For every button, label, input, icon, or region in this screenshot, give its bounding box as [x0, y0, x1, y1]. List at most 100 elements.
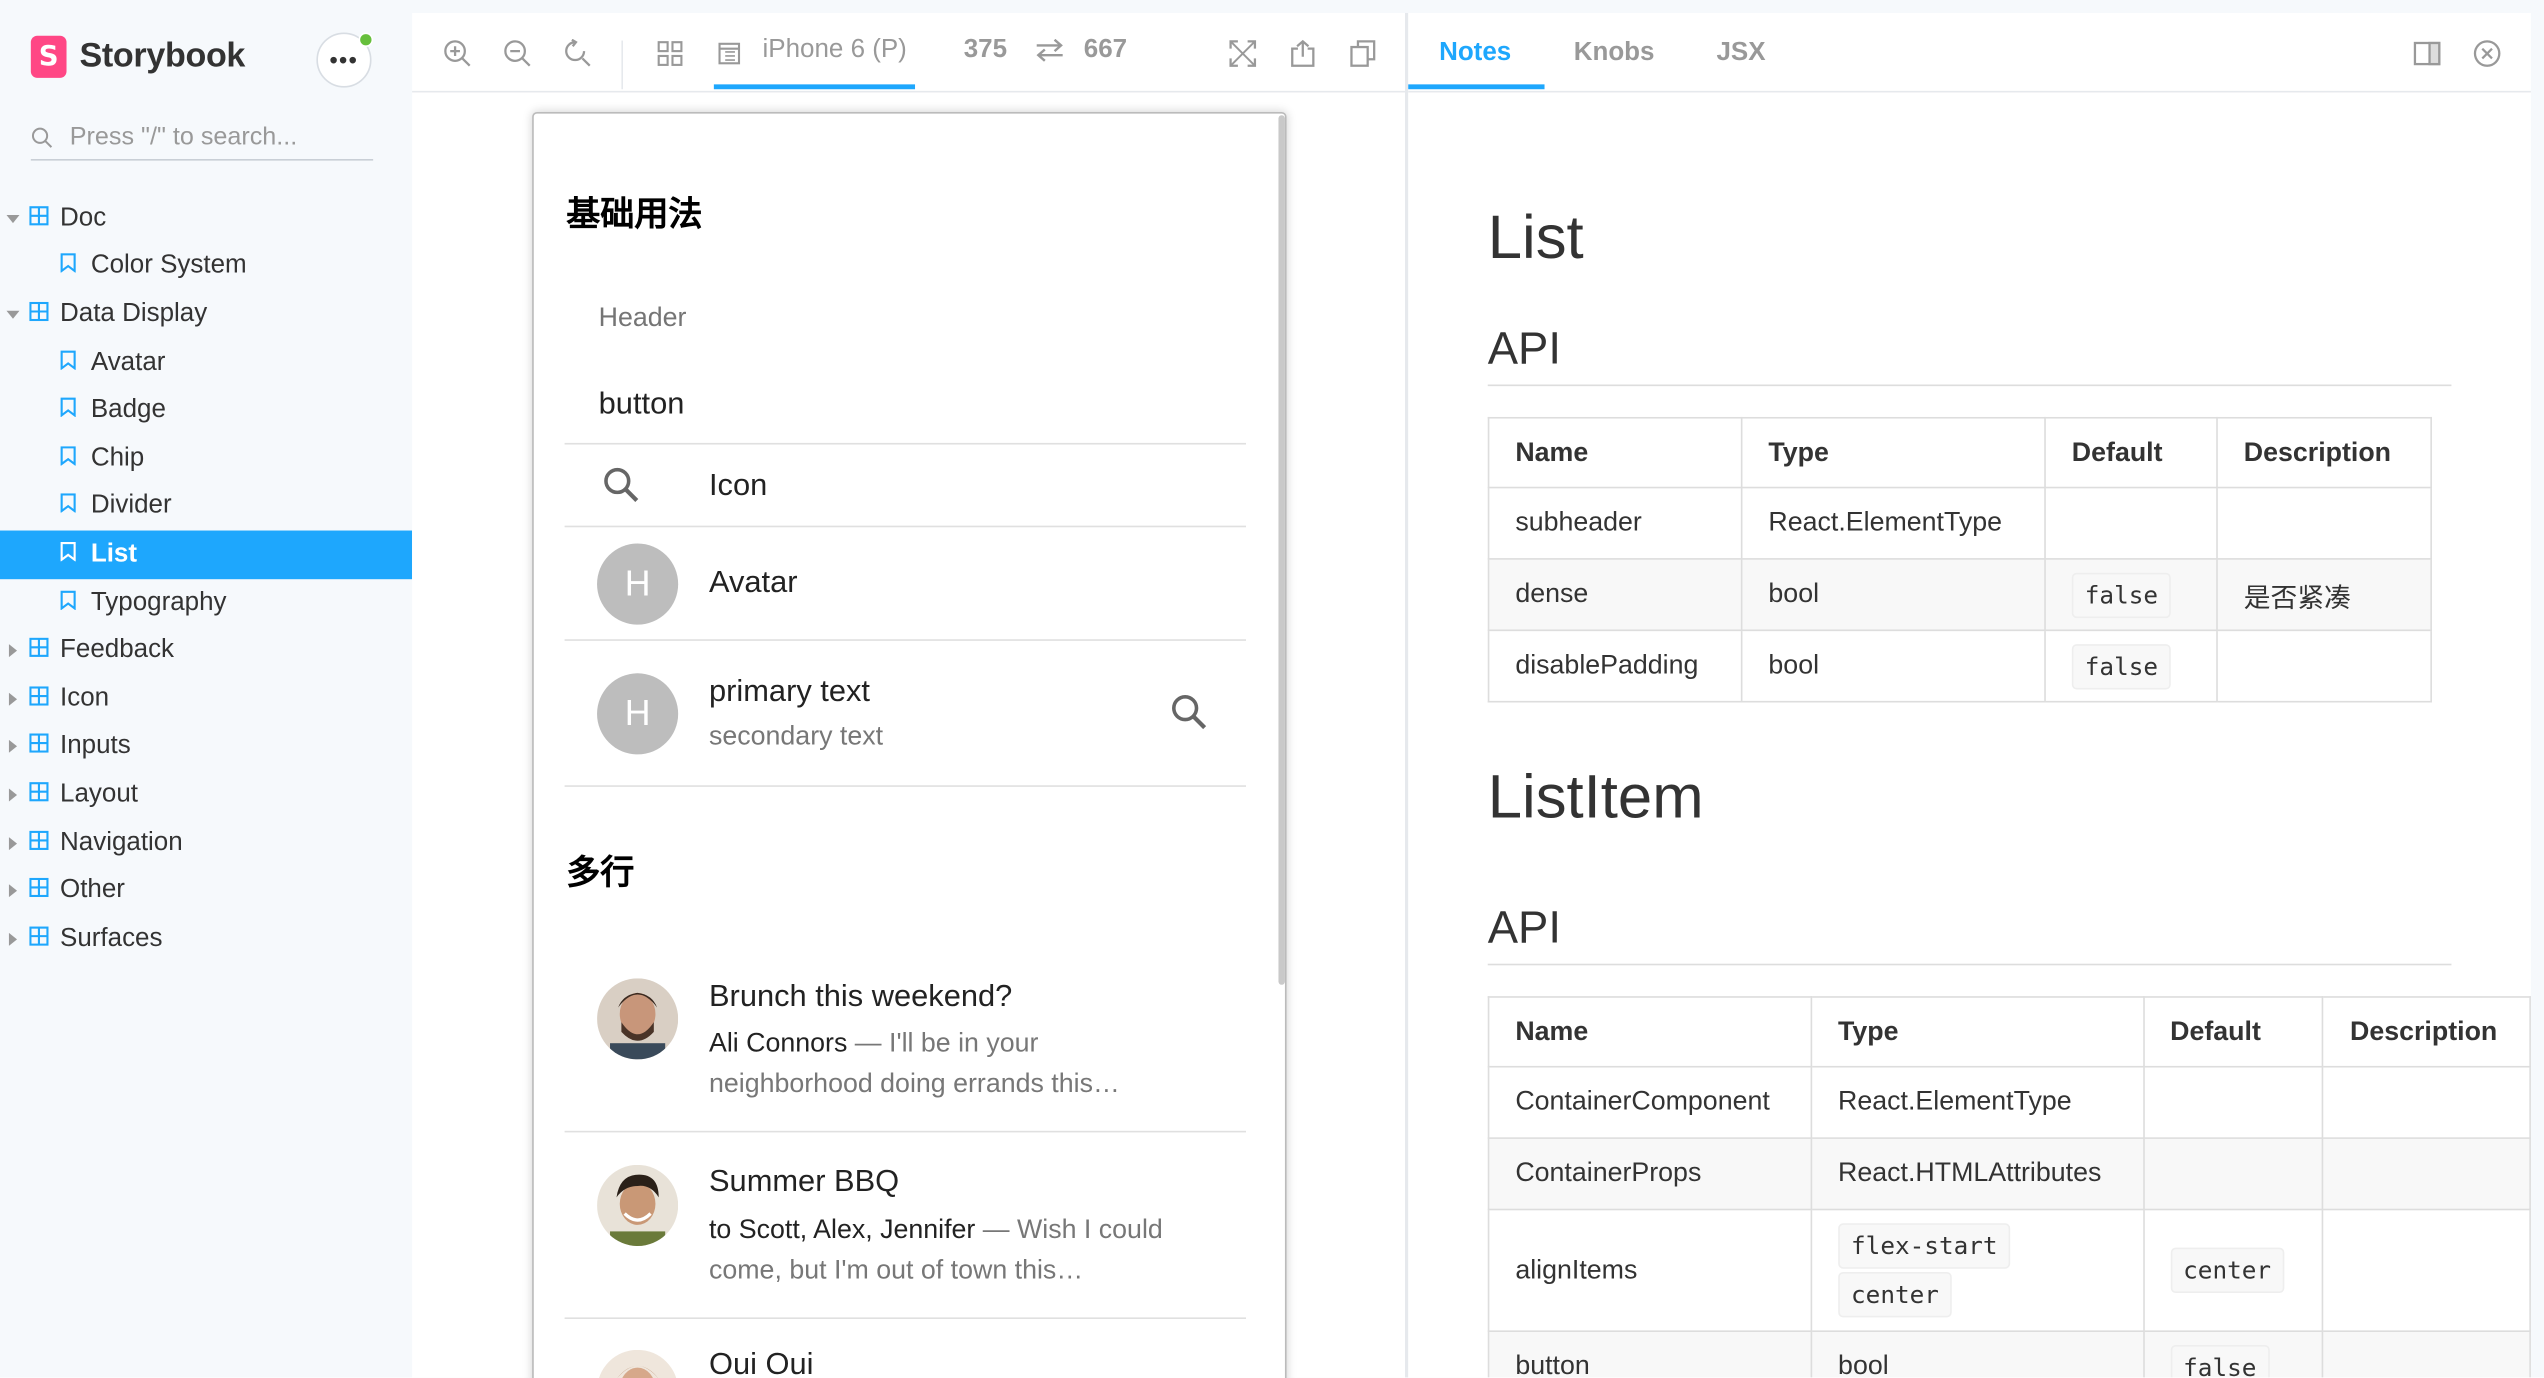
viewport-icon [718, 41, 741, 64]
brand[interactable]: S Storybook [30, 35, 245, 78]
sidebar-item-layout[interactable]: Layout [0, 771, 412, 819]
message-title[interactable]: Brunch this weekend? [709, 980, 1012, 1016]
col-type: Type [1810, 996, 2145, 1068]
zoom-out-button[interactable] [500, 13, 536, 92]
tab-knobs[interactable]: Knobs [1574, 13, 1655, 92]
list-item-icon[interactable]: Icon [709, 469, 767, 505]
caret-right-icon [6, 788, 19, 802]
bookmark-icon [60, 396, 76, 425]
prop-default: center [2142, 1208, 2325, 1332]
sidebar-item-label: Navigation [60, 828, 183, 856]
default-value-code: center [2170, 1247, 2285, 1294]
prop-type: bool [1740, 629, 2046, 703]
api-heading: API [1487, 322, 1561, 374]
caret-right-icon [6, 836, 19, 850]
viewport-width[interactable]: 375 [964, 36, 1007, 65]
prop-default: false [2044, 558, 2218, 632]
tab-jsx[interactable]: JSX [1716, 13, 1765, 92]
caret-down-icon [6, 308, 20, 321]
message-sender: Ali Connors [708, 1028, 848, 1058]
prop-default: false [2044, 629, 2218, 703]
sidebar-item-navigation[interactable]: Navigation [0, 819, 412, 867]
table-header-row: Name Type Default Description [1487, 996, 2531, 1068]
message-snippet: — I'll be in your [847, 1028, 1039, 1058]
list-subheader: Header [598, 303, 687, 333]
table-row: subheader React.ElementType [1487, 486, 2432, 560]
col-default: Default [2142, 996, 2325, 1068]
sidebar-item-feedback[interactable]: Feedback [0, 627, 412, 675]
component-group-icon [29, 828, 49, 857]
share-button[interactable] [1285, 13, 1321, 92]
col-name: Name [1487, 996, 1813, 1068]
heading-rule [1487, 384, 2452, 387]
copy-link-button[interactable] [1345, 13, 1381, 92]
swap-arrows-icon [1036, 38, 1063, 62]
prop-name: ContainerComponent [1487, 1065, 1813, 1139]
fullscreen-button[interactable] [1225, 13, 1261, 92]
storybook-app: S Storybook ••• Doc Color System Data Disp… [0, 0, 2544, 1378]
sidebar-item-list[interactable]: List [0, 530, 413, 579]
type-value-code: flex-start [1838, 1223, 2011, 1269]
message-title[interactable]: Oui Oui [709, 1348, 814, 1378]
rotate-viewport-button[interactable] [1035, 38, 1064, 70]
list-api-table: Name Type Default Description subheader … [1487, 416, 2432, 703]
sidebar-item-label: List [90, 540, 138, 568]
list-item-avatar[interactable]: Avatar [709, 566, 798, 602]
search-input[interactable] [69, 122, 362, 152]
list-divider [564, 785, 1247, 787]
list-item-button[interactable]: button [599, 388, 685, 424]
prop-type: bool [1740, 558, 2046, 632]
api-heading: API [1487, 902, 1561, 953]
sidebar-item-other[interactable]: Other [0, 867, 412, 915]
device-selector[interactable]: iPhone 6 (P) [763, 36, 907, 65]
sidebar-item-color-system[interactable]: Color System [0, 243, 412, 291]
list-item-primary-text[interactable]: primary text [709, 675, 870, 711]
heading-rule [1487, 963, 2452, 966]
search-icon [31, 126, 53, 148]
reset-zoom-icon [565, 38, 591, 66]
search-icon [602, 466, 641, 513]
prop-default [2044, 486, 2218, 560]
sidebar-item-surfaces[interactable]: Surfaces [0, 915, 412, 963]
sidebar-item-label: Avatar [90, 348, 166, 376]
list-divider [564, 1130, 1247, 1133]
doc-title-listitem: ListItem [1487, 764, 1704, 833]
sidebar-item-label: Surfaces [60, 924, 163, 952]
sidebar-item-doc[interactable]: Doc [0, 195, 412, 243]
tab-notes[interactable]: Notes [1439, 13, 1511, 92]
sidebar-item-divider[interactable]: Divider [0, 483, 412, 531]
sidebar-item-typography[interactable]: Typography [0, 579, 412, 627]
preview-scrollbar[interactable] [1278, 115, 1285, 985]
sidebar-item-avatar[interactable]: Avatar [0, 339, 412, 387]
sidebar-item-icon[interactable]: Icon [0, 675, 412, 723]
close-panel-button[interactable] [2471, 13, 2503, 92]
list-divider [564, 639, 1247, 641]
zoom-in-button[interactable] [440, 13, 476, 92]
viewport-height[interactable]: 667 [1084, 36, 1127, 65]
default-value-code: false [2071, 643, 2172, 689]
sidebar-item-label: Other [60, 876, 125, 904]
prop-name: ContainerProps [1487, 1137, 1813, 1211]
sidebar-item-chip[interactable]: Chip [0, 435, 412, 483]
reset-zoom-button[interactable] [560, 13, 596, 92]
panel-orientation-button[interactable] [2411, 13, 2443, 92]
grid-button[interactable] [652, 13, 688, 92]
component-group-icon [29, 204, 49, 233]
list-divider [564, 525, 1247, 528]
caret-down-icon [6, 212, 20, 225]
sidebar-item-data-display[interactable]: Data Display [0, 291, 412, 339]
panel-layout-icon [2413, 41, 2441, 65]
prop-description [2322, 1137, 2531, 1211]
search-icon[interactable] [1170, 693, 1209, 740]
avatar: H [597, 673, 679, 755]
viewport-button[interactable] [712, 13, 748, 92]
user-photo-avatar [597, 1164, 679, 1247]
message-title[interactable]: Summer BBQ [709, 1165, 899, 1201]
prop-description [2322, 1330, 2531, 1378]
storybook-logo-icon: S [30, 35, 67, 78]
more-icon: ••• [329, 47, 359, 74]
sidebar-item-inputs[interactable]: Inputs [0, 723, 412, 771]
prop-default [2142, 1137, 2325, 1211]
prop-default: false [2142, 1330, 2325, 1378]
sidebar-item-badge[interactable]: Badge [0, 387, 412, 435]
